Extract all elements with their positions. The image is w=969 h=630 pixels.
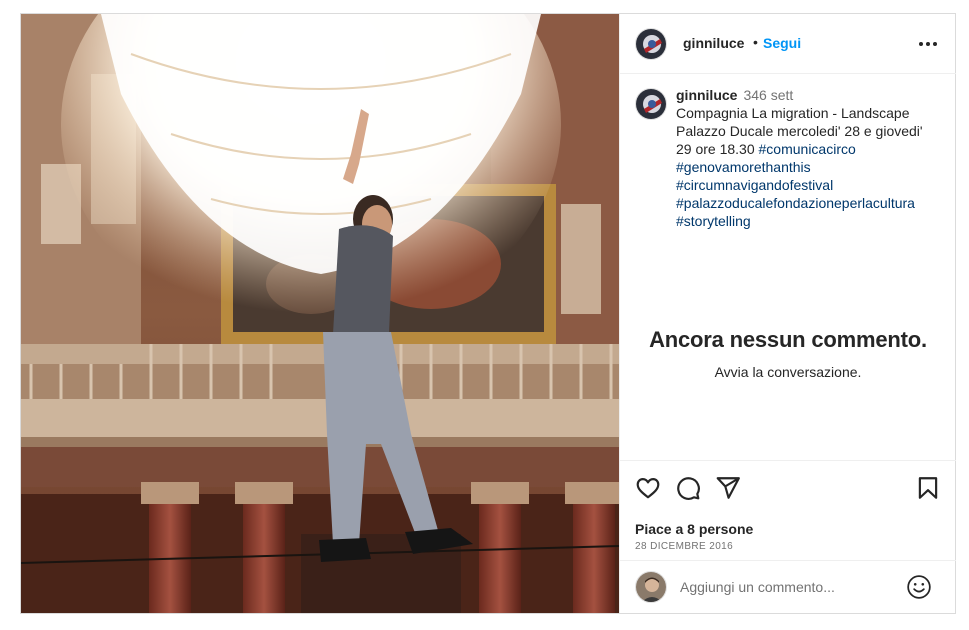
heart-icon[interactable] bbox=[635, 475, 661, 501]
comment-icon[interactable] bbox=[675, 475, 701, 501]
viewer-avatar bbox=[635, 571, 667, 603]
bookmark-icon[interactable] bbox=[915, 475, 941, 501]
caption-line: Compagnia La migration - Landscape bbox=[676, 105, 910, 121]
hashtag-link[interactable]: #palazzoducalefondazioneperlacultura bbox=[676, 195, 915, 211]
hashtag-link[interactable]: #comunicacirco bbox=[759, 141, 856, 157]
add-comment-bar bbox=[620, 560, 956, 613]
post-container: ginniluce • Segui ginniluce 346 sett Com… bbox=[20, 13, 956, 614]
author-avatar[interactable] bbox=[635, 28, 667, 60]
hashtag-link[interactable]: #storytelling bbox=[676, 213, 751, 229]
tightrope-walker-photo bbox=[21, 14, 619, 613]
comment-input[interactable] bbox=[680, 577, 900, 597]
likes-count[interactable]: Piace a 8 persone bbox=[635, 521, 753, 537]
hashtag-link[interactable]: #genovamorethanthis bbox=[676, 159, 811, 175]
post-date[interactable]: 28 DICEMBRE 2016 bbox=[635, 541, 733, 552]
caption-line: 29 ore 18.30 bbox=[676, 141, 755, 157]
no-comments-subtitle: Avvia la conversazione. bbox=[714, 364, 862, 380]
no-comments-title: Ancora nessun commento. bbox=[649, 327, 927, 352]
author-username[interactable]: ginniluce bbox=[683, 35, 744, 51]
separator-dot: • bbox=[753, 34, 758, 50]
emoji-icon[interactable] bbox=[906, 574, 932, 600]
caption-line: Palazzo Ducale mercoledi' 28 e giovedi' bbox=[676, 123, 923, 139]
post-side-panel: ginniluce • Segui ginniluce 346 sett Com… bbox=[619, 14, 956, 613]
follow-button[interactable]: Segui bbox=[763, 35, 801, 51]
caption-text: ginniluce 346 sett Compagnia La migration… bbox=[676, 86, 951, 230]
caption-avatar[interactable] bbox=[635, 88, 667, 120]
post-photo[interactable] bbox=[21, 14, 619, 613]
caption-username[interactable]: ginniluce bbox=[676, 87, 737, 103]
hashtag-link[interactable]: #circumnavigandofestival bbox=[676, 177, 833, 193]
more-horizontal-icon[interactable] bbox=[916, 34, 940, 54]
caption-time[interactable]: 346 sett bbox=[743, 87, 793, 103]
share-icon[interactable] bbox=[715, 475, 741, 501]
post-actions: Piace a 8 persone 28 DICEMBRE 2016 bbox=[620, 460, 956, 560]
post-header: ginniluce • Segui bbox=[620, 14, 956, 74]
